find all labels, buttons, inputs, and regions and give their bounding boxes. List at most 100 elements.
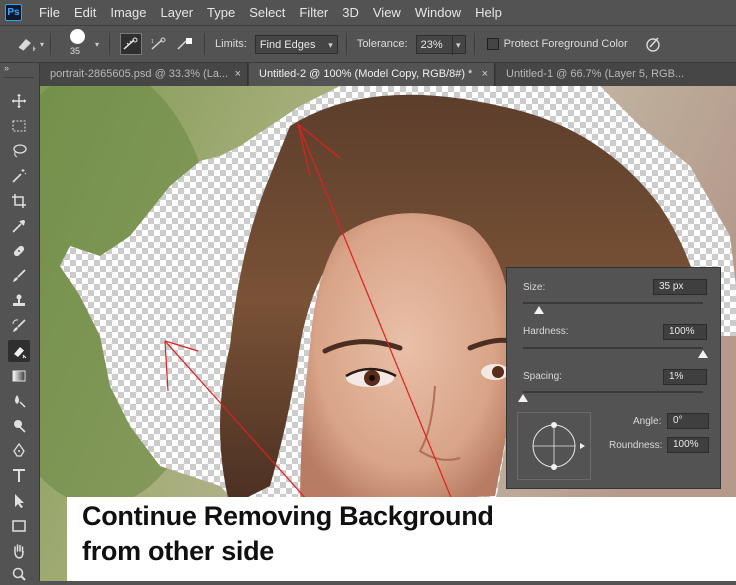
size-slider-track[interactable] bbox=[523, 302, 703, 304]
menu-help[interactable]: Help bbox=[468, 0, 509, 25]
crop-icon bbox=[12, 194, 26, 208]
spacing-label: Spacing: bbox=[523, 371, 562, 382]
crop-tool[interactable] bbox=[8, 190, 30, 212]
sampling-background-swatch-button[interactable] bbox=[174, 33, 196, 55]
spacing-slider-track[interactable] bbox=[523, 391, 703, 393]
magic-wand-icon bbox=[12, 169, 27, 183]
angle-roundness-dial-icon bbox=[532, 422, 585, 470]
brush-chevron-icon[interactable]: ▾ bbox=[95, 40, 99, 49]
brush-picker[interactable]: 35 bbox=[61, 27, 95, 61]
menu-filter[interactable]: Filter bbox=[292, 0, 335, 25]
spacing-input[interactable]: 1% bbox=[663, 369, 707, 385]
brush-tip-preview-icon bbox=[70, 29, 86, 44]
pen-tool[interactable] bbox=[8, 440, 30, 462]
spacing-value: 1% bbox=[669, 371, 684, 382]
lasso-tool[interactable] bbox=[8, 140, 30, 162]
preset-chevron-icon: ▾ bbox=[40, 39, 45, 49]
clone-stamp-tool[interactable] bbox=[8, 290, 30, 312]
blur-drop-icon bbox=[15, 395, 26, 408]
brush-angle-preview[interactable] bbox=[517, 412, 591, 480]
menu-3d[interactable]: 3D bbox=[335, 0, 366, 25]
menu-window[interactable]: Window bbox=[408, 0, 468, 25]
move-icon bbox=[12, 94, 26, 108]
roundness-value: 100% bbox=[673, 439, 699, 450]
pressure-size-button[interactable] bbox=[642, 33, 664, 55]
limits-label: Limits: bbox=[215, 38, 247, 50]
zoom-tool[interactable] bbox=[8, 563, 30, 585]
hardness-input[interactable]: 100% bbox=[663, 324, 707, 340]
toolbar-expand-icon[interactable]: » bbox=[4, 63, 9, 73]
menu-type[interactable]: Type bbox=[200, 0, 242, 25]
protect-foreground-checkbox[interactable] bbox=[486, 38, 499, 50]
magic-wand-tool[interactable] bbox=[8, 165, 30, 187]
pen-icon bbox=[13, 443, 25, 457]
sampling-background-icon bbox=[177, 38, 193, 50]
lasso-icon bbox=[13, 144, 27, 158]
menu-view[interactable]: View bbox=[366, 0, 408, 25]
separator bbox=[109, 33, 111, 55]
tab-portrait[interactable]: portrait-2865605.psd @ 33.3% (La... × bbox=[40, 63, 248, 86]
healing-brush-tool[interactable] bbox=[8, 240, 30, 262]
blur-tool[interactable] bbox=[8, 390, 30, 412]
size-input[interactable]: 35 px bbox=[653, 279, 707, 295]
hand-tool[interactable] bbox=[8, 540, 30, 562]
tab-close-icon[interactable]: × bbox=[235, 63, 241, 86]
menu-layer[interactable]: Layer bbox=[154, 0, 201, 25]
limits-chevron-icon: ▾ bbox=[328, 39, 333, 50]
size-value: 35 px bbox=[659, 281, 684, 292]
app-logo: Ps bbox=[5, 4, 22, 21]
move-tool[interactable] bbox=[8, 90, 30, 112]
tolerance-value: 23% bbox=[420, 38, 443, 51]
tab-label: portrait-2865605.psd @ 33.3% (La... bbox=[50, 68, 229, 80]
size-slider-thumb[interactable] bbox=[534, 306, 545, 314]
separator bbox=[345, 33, 347, 55]
dodge-icon bbox=[14, 420, 26, 433]
menu-select[interactable]: Select bbox=[242, 0, 292, 25]
separator bbox=[4, 77, 34, 78]
sampling-once-button[interactable]: 1 bbox=[148, 33, 170, 55]
background-eraser-icon bbox=[14, 347, 27, 359]
zoom-icon bbox=[12, 567, 26, 581]
marquee-tool[interactable] bbox=[8, 115, 30, 137]
type-icon bbox=[13, 469, 25, 482]
sampling-once-icon: 1 bbox=[151, 37, 166, 50]
tolerance-input[interactable]: 23% ▾ bbox=[415, 34, 466, 55]
menu-edit[interactable]: Edit bbox=[67, 0, 103, 25]
tools-panel: » bbox=[0, 63, 40, 581]
spacing-slider-thumb[interactable] bbox=[518, 394, 528, 402]
history-brush-tool[interactable] bbox=[8, 315, 30, 337]
roundness-input[interactable]: 100% bbox=[667, 437, 709, 453]
hardness-slider-track[interactable] bbox=[523, 347, 703, 349]
eyedropper-tool[interactable] bbox=[8, 215, 30, 237]
tolerance-label: Tolerance: bbox=[356, 38, 408, 50]
tab-untitled-2[interactable]: Untitled-2 @ 100% (Model Copy, RGB/8#) *… bbox=[249, 63, 495, 86]
sampling-continuous-button[interactable] bbox=[120, 33, 143, 55]
hardness-slider-thumb[interactable] bbox=[698, 350, 708, 358]
right-iris bbox=[492, 366, 504, 378]
hand-icon bbox=[14, 544, 24, 559]
tab-close-icon[interactable]: × bbox=[482, 63, 488, 86]
tolerance-chevron-icon: ▾ bbox=[452, 35, 461, 55]
angle-input[interactable]: 0° bbox=[667, 413, 709, 429]
dodge-tool[interactable] bbox=[8, 415, 30, 437]
type-tool[interactable] bbox=[8, 465, 30, 487]
menu-file[interactable]: File bbox=[32, 0, 67, 25]
options-bar: ▾ 35 ▾ 1 Limits: Find Edges ▾ Tolerance:… bbox=[0, 26, 736, 63]
separator bbox=[50, 33, 52, 55]
limits-select[interactable]: Find Edges ▾ bbox=[254, 34, 338, 54]
roundness-label: Roundness: bbox=[609, 440, 663, 451]
separator bbox=[204, 33, 206, 55]
rectangle-tool[interactable] bbox=[8, 515, 30, 537]
stamp-icon bbox=[13, 294, 25, 306]
hardness-value: 100% bbox=[669, 326, 695, 337]
face bbox=[300, 213, 511, 506]
tool-preset-picker[interactable]: ▾ bbox=[16, 35, 44, 53]
background-eraser-tool[interactable] bbox=[8, 340, 30, 362]
menu-image[interactable]: Image bbox=[103, 0, 153, 25]
brush-tool[interactable] bbox=[8, 265, 30, 287]
gradient-tool[interactable] bbox=[8, 365, 30, 387]
path-selection-tool[interactable] bbox=[8, 490, 30, 512]
sampling-continuous-icon bbox=[123, 37, 138, 50]
menu-bar: Ps File Edit Image Layer Type Select Fil… bbox=[0, 0, 736, 26]
tab-untitled-1[interactable]: Untitled-1 @ 66.7% (Layer 5, RGB... bbox=[496, 63, 736, 86]
